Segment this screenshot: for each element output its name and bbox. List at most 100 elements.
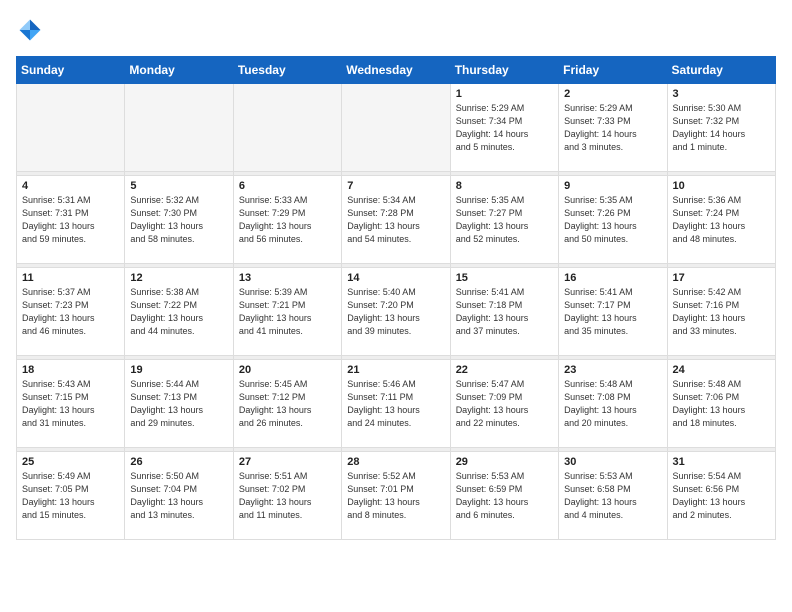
calendar-cell: 4 Sunrise: 5:31 AMSunset: 7:31 PMDaylight… (17, 176, 125, 264)
day-info: Sunrise: 5:35 AMSunset: 7:27 PMDaylight:… (456, 194, 553, 246)
calendar-cell: 22Sunrise: 5:47 AMSunset: 7:09 PMDayligh… (450, 360, 558, 448)
day-number: 12 (130, 272, 227, 284)
day-number: 14 (347, 272, 444, 284)
calendar-cell: 3Sunrise: 5:30 AMSunset: 7:32 PMDaylight… (667, 84, 775, 172)
calendar-cell: 13 Sunrise: 5:39 AMSunset: 7:21 PMDayligh… (233, 268, 341, 356)
calendar-cell: 28 Sunrise: 5:52 AMSunset: 7:01 PMDayligh… (342, 452, 450, 540)
day-info: Sunrise: 5:36 AMSunset: 7:24 PMDaylight:… (673, 194, 770, 246)
day-number: 17 (673, 272, 770, 284)
day-number: 8 (456, 180, 553, 192)
day-number: 31 (673, 456, 770, 468)
page-header (16, 16, 776, 44)
day-number: 21 (347, 364, 444, 376)
calendar-week-row: 11 Sunrise: 5:37 AMSunset: 7:23 PMDayligh… (17, 268, 776, 356)
calendar-cell: 30 Sunrise: 5:53 AMSunset: 6:58 PMDayligh… (559, 452, 667, 540)
logo-icon (16, 16, 44, 44)
col-header-wednesday: Wednesday (342, 57, 450, 84)
calendar-cell: 10 Sunrise: 5:36 AMSunset: 7:24 PMDayligh… (667, 176, 775, 264)
day-info: Sunrise: 5:46 AMSunset: 7:11 PMDaylight:… (347, 378, 444, 430)
day-number: 30 (564, 456, 661, 468)
calendar-cell (342, 84, 450, 172)
day-info: Sunrise: 5:53 AMSunset: 6:59 PMDaylight:… (456, 470, 553, 522)
day-number: 19 (130, 364, 227, 376)
calendar-cell: 16Sunrise: 5:41 AMSunset: 7:17 PMDayligh… (559, 268, 667, 356)
day-number: 9 (564, 180, 661, 192)
calendar-cell: 29 Sunrise: 5:53 AMSunset: 6:59 PMDayligh… (450, 452, 558, 540)
day-info: Sunrise: 5:35 AMSunset: 7:26 PMDaylight:… (564, 194, 661, 246)
day-number: 11 (22, 272, 119, 284)
calendar-cell (125, 84, 233, 172)
calendar-cell: 21 Sunrise: 5:46 AMSunset: 7:11 PMDayligh… (342, 360, 450, 448)
day-number: 26 (130, 456, 227, 468)
day-info: Sunrise: 5:33 AMSunset: 7:29 PMDaylight:… (239, 194, 336, 246)
day-info: Sunrise: 5:49 AMSunset: 7:05 PMDaylight:… (22, 470, 119, 522)
calendar-cell: 15 Sunrise: 5:41 AMSunset: 7:18 PMDayligh… (450, 268, 558, 356)
day-number: 25 (22, 456, 119, 468)
day-number: 20 (239, 364, 336, 376)
day-info: Sunrise: 5:48 AMSunset: 7:06 PMDaylight:… (673, 378, 770, 430)
day-info: Sunrise: 5:40 AMSunset: 7:20 PMDaylight:… (347, 286, 444, 338)
calendar-cell: 25 Sunrise: 5:49 AMSunset: 7:05 PMDayligh… (17, 452, 125, 540)
day-number: 2 (564, 88, 661, 100)
day-info: Sunrise: 5:54 AMSunset: 6:56 PMDaylight:… (673, 470, 770, 522)
day-info: Sunrise: 5:37 AMSunset: 7:23 PMDaylight:… (22, 286, 119, 338)
calendar-cell: 19 Sunrise: 5:44 AMSunset: 7:13 PMDayligh… (125, 360, 233, 448)
calendar-week-row: 4 Sunrise: 5:31 AMSunset: 7:31 PMDaylight… (17, 176, 776, 264)
day-number: 16 (564, 272, 661, 284)
calendar-week-row: 18Sunrise: 5:43 AMSunset: 7:15 PMDayligh… (17, 360, 776, 448)
day-info: Sunrise: 5:45 AMSunset: 7:12 PMDaylight:… (239, 378, 336, 430)
col-header-sunday: Sunday (17, 57, 125, 84)
day-number: 6 (239, 180, 336, 192)
calendar-cell: 7 Sunrise: 5:34 AMSunset: 7:28 PMDaylight… (342, 176, 450, 264)
calendar-cell: 23Sunrise: 5:48 AMSunset: 7:08 PMDayligh… (559, 360, 667, 448)
day-info: Sunrise: 5:31 AMSunset: 7:31 PMDaylight:… (22, 194, 119, 246)
calendar-cell: 18Sunrise: 5:43 AMSunset: 7:15 PMDayligh… (17, 360, 125, 448)
day-info: Sunrise: 5:50 AMSunset: 7:04 PMDaylight:… (130, 470, 227, 522)
calendar-week-row: 1 Sunrise: 5:29 AMSunset: 7:34 PMDaylight… (17, 84, 776, 172)
day-number: 3 (673, 88, 770, 100)
col-header-thursday: Thursday (450, 57, 558, 84)
day-info: Sunrise: 5:44 AMSunset: 7:13 PMDaylight:… (130, 378, 227, 430)
calendar-cell: 11 Sunrise: 5:37 AMSunset: 7:23 PMDayligh… (17, 268, 125, 356)
day-number: 13 (239, 272, 336, 284)
day-number: 1 (456, 88, 553, 100)
calendar-week-row: 25 Sunrise: 5:49 AMSunset: 7:05 PMDayligh… (17, 452, 776, 540)
day-number: 7 (347, 180, 444, 192)
calendar-cell: 26 Sunrise: 5:50 AMSunset: 7:04 PMDayligh… (125, 452, 233, 540)
calendar-cell: 17 Sunrise: 5:42 AMSunset: 7:16 PMDayligh… (667, 268, 775, 356)
day-info: Sunrise: 5:39 AMSunset: 7:21 PMDaylight:… (239, 286, 336, 338)
day-number: 5 (130, 180, 227, 192)
day-info: Sunrise: 5:43 AMSunset: 7:15 PMDaylight:… (22, 378, 119, 430)
day-number: 27 (239, 456, 336, 468)
calendar-cell (17, 84, 125, 172)
day-info: Sunrise: 5:47 AMSunset: 7:09 PMDaylight:… (456, 378, 553, 430)
calendar-cell: 6 Sunrise: 5:33 AMSunset: 7:29 PMDaylight… (233, 176, 341, 264)
day-info: Sunrise: 5:32 AMSunset: 7:30 PMDaylight:… (130, 194, 227, 246)
calendar-cell: 20 Sunrise: 5:45 AMSunset: 7:12 PMDayligh… (233, 360, 341, 448)
calendar-cell: 31 Sunrise: 5:54 AMSunset: 6:56 PMDayligh… (667, 452, 775, 540)
day-number: 15 (456, 272, 553, 284)
calendar-cell: 27 Sunrise: 5:51 AMSunset: 7:02 PMDayligh… (233, 452, 341, 540)
day-info: Sunrise: 5:41 AMSunset: 7:18 PMDaylight:… (456, 286, 553, 338)
day-number: 29 (456, 456, 553, 468)
calendar-cell: 5 Sunrise: 5:32 AMSunset: 7:30 PMDaylight… (125, 176, 233, 264)
calendar-cell: 12Sunrise: 5:38 AMSunset: 7:22 PMDayligh… (125, 268, 233, 356)
day-info: Sunrise: 5:53 AMSunset: 6:58 PMDaylight:… (564, 470, 661, 522)
day-info: Sunrise: 5:48 AMSunset: 7:08 PMDaylight:… (564, 378, 661, 430)
col-header-friday: Friday (559, 57, 667, 84)
day-number: 28 (347, 456, 444, 468)
calendar-cell (233, 84, 341, 172)
calendar-cell: 1 Sunrise: 5:29 AMSunset: 7:34 PMDaylight… (450, 84, 558, 172)
day-info: Sunrise: 5:29 AMSunset: 7:34 PMDaylight:… (456, 102, 553, 154)
day-info: Sunrise: 5:29 AMSunset: 7:33 PMDaylight:… (564, 102, 661, 154)
day-info: Sunrise: 5:42 AMSunset: 7:16 PMDaylight:… (673, 286, 770, 338)
calendar-cell: 8 Sunrise: 5:35 AMSunset: 7:27 PMDaylight… (450, 176, 558, 264)
day-info: Sunrise: 5:34 AMSunset: 7:28 PMDaylight:… (347, 194, 444, 246)
day-number: 10 (673, 180, 770, 192)
col-header-monday: Monday (125, 57, 233, 84)
calendar-cell: 2 Sunrise: 5:29 AMSunset: 7:33 PMDaylight… (559, 84, 667, 172)
day-info: Sunrise: 5:52 AMSunset: 7:01 PMDaylight:… (347, 470, 444, 522)
calendar-header-row: SundayMondayTuesdayWednesdayThursdayFrid… (17, 57, 776, 84)
day-info: Sunrise: 5:51 AMSunset: 7:02 PMDaylight:… (239, 470, 336, 522)
day-number: 4 (22, 180, 119, 192)
